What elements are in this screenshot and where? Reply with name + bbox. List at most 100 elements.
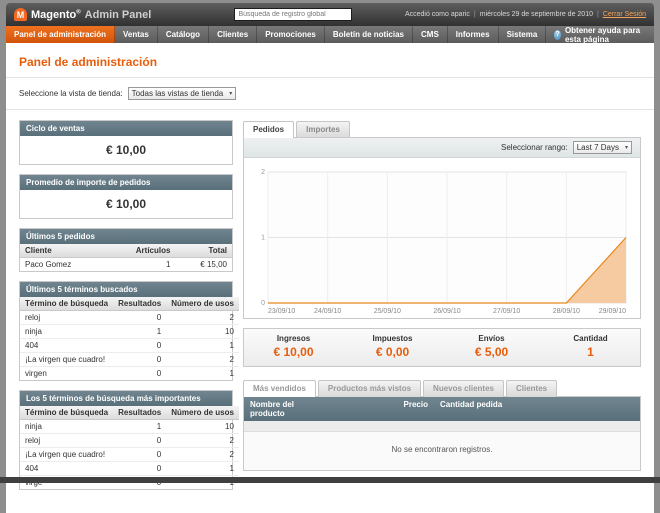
- store-view-value: Todas las vistas de tienda: [131, 89, 224, 98]
- logout-link[interactable]: Cerrar Sesión: [603, 11, 646, 18]
- separator: |: [473, 11, 476, 18]
- nav-item[interactable]: Sistema: [499, 26, 547, 43]
- divider: [6, 109, 654, 110]
- nav-item[interactable]: Catálogo: [158, 26, 210, 43]
- cell-uses: 1: [166, 338, 239, 353]
- stat: Envíos € 5,00: [442, 334, 541, 359]
- nav-list: Panel de administración Ventas Catálogo Cli…: [6, 26, 547, 43]
- stat-value: € 5,00: [474, 345, 509, 359]
- svg-text:23/09/10: 23/09/10: [268, 308, 295, 315]
- orders-chart: 0 1 2 23/09/10 24/09/10 25/09/10 26/09/10 27/09…: [244, 158, 640, 318]
- cell-term: ¡La virgen que cuadro!: [20, 352, 114, 367]
- range-value: Last 7 Days: [576, 143, 619, 152]
- panel-title: Promedio de importe de pedidos: [20, 175, 232, 190]
- chevron-down-icon: ▾: [229, 91, 233, 97]
- table-row[interactable]: ninja 1 10: [20, 419, 239, 434]
- svg-text:0: 0: [261, 300, 265, 307]
- panel-title: Últimos 5 términos buscados: [20, 282, 232, 297]
- cell-results: 1: [113, 324, 167, 339]
- last-orders-table: Cliente Artículos Total Paco Gomez 1 € 15,00: [20, 244, 232, 271]
- tab[interactable]: Importes: [296, 121, 350, 138]
- lifetime-sales-value: € 10,00: [105, 143, 147, 157]
- svg-text:24/09/10: 24/09/10: [314, 308, 341, 315]
- cell-term: reloj: [20, 433, 114, 448]
- cell-items: 1: [166, 260, 171, 269]
- cell-term: ninja: [20, 419, 114, 434]
- svg-text:2: 2: [261, 169, 265, 176]
- cell-uses: 2: [166, 310, 239, 325]
- grid-column-header: Nombre del producto: [250, 400, 295, 418]
- table-row[interactable]: reloj 0 2: [20, 310, 239, 325]
- brand: M Magento® Admin Panel: [14, 8, 182, 21]
- average-orders-panel: Promedio de importe de pedidos € 10,00: [19, 174, 233, 219]
- table-row[interactable]: virgen 0 1: [20, 367, 239, 381]
- svg-text:26/09/10: 26/09/10: [433, 308, 460, 315]
- cell-uses: 1: [166, 461, 239, 476]
- registered-mark: ®: [76, 8, 81, 15]
- cell-uses: 10: [166, 419, 239, 434]
- store-view-select[interactable]: Todas las vistas de tienda ▾: [127, 87, 237, 100]
- table-row[interactable]: ¡La virgen que cuadro! 0 2: [20, 352, 239, 367]
- nav-item[interactable]: Ventas: [115, 26, 158, 43]
- cell-total: € 15,00: [200, 260, 227, 269]
- svg-text:1: 1: [261, 235, 265, 242]
- diagram-tabs: Pedidos Importes: [243, 120, 641, 138]
- column-header: Total: [175, 244, 232, 258]
- range-select[interactable]: Last 7 Days ▾: [572, 141, 632, 154]
- cell-results: 0: [113, 310, 167, 325]
- dashboard-main-column: Pedidos Importes Seleccionar rango: Last …: [243, 120, 641, 499]
- stat: Impuestos € 0,00: [343, 334, 442, 359]
- nav-item[interactable]: CMS: [413, 26, 448, 43]
- panel-title: Últimos 5 pedidos: [20, 229, 232, 244]
- nav-item[interactable]: Boletín de noticias: [325, 26, 413, 43]
- cell-results: 1: [113, 419, 167, 434]
- tab[interactable]: Pedidos: [243, 121, 295, 138]
- column-header: Resultados: [113, 406, 167, 420]
- tab[interactable]: Clientes: [505, 380, 558, 397]
- lifetime-sales-panel: Ciclo de ventas € 10,00: [19, 120, 233, 165]
- brand-subtitle: Admin Panel: [84, 8, 152, 21]
- last-search-terms-table: Término de búsqueda Resultados Número de u…: [20, 297, 239, 380]
- table-row[interactable]: Paco Gomez 1 € 15,00: [20, 258, 232, 272]
- tab[interactable]: Nuevos clientes: [423, 380, 504, 397]
- help-link[interactable]: ? Obtener ayuda para esta página: [546, 26, 654, 44]
- stat-label: Envíos: [478, 334, 505, 343]
- cell-term: 404: [20, 461, 114, 476]
- cell-results: 0: [113, 338, 167, 353]
- column-header: Término de búsqueda: [20, 297, 114, 311]
- range-label: Seleccionar rango:: [501, 143, 568, 152]
- range-row: Seleccionar rango: Last 7 Days ▾: [244, 138, 640, 158]
- stat-value: 1: [587, 345, 594, 359]
- nav-item[interactable]: Promociones: [257, 26, 325, 43]
- nav-item[interactable]: Panel de administración: [6, 26, 116, 43]
- column-header: Número de usos: [166, 297, 239, 311]
- cell-results: 0: [113, 461, 167, 476]
- orders-chart-svg: 0 1 2 23/09/10 24/09/10 25/09/10 26/09/10 27/09…: [261, 169, 627, 315]
- products-grid: Nombre del producto Precio Cantidad pedida…: [243, 396, 641, 471]
- page-title: Panel de administración: [19, 55, 158, 69]
- nav-item[interactable]: Clientes: [209, 26, 258, 43]
- column-header: Número de usos: [166, 406, 239, 420]
- global-search-input[interactable]: [234, 8, 353, 21]
- grid-filter-row: [244, 421, 640, 432]
- help-icon: ?: [554, 29, 561, 40]
- panel-title: Los 5 términos de búsqueda más important…: [20, 391, 232, 406]
- table-row[interactable]: 404 0 1: [20, 338, 239, 353]
- panel-title: Ciclo de ventas: [20, 121, 232, 136]
- average-orders-value: € 10,00: [105, 197, 147, 211]
- totals-bar: Ingresos € 10,00 Impuestos € 0,00 Envíos: [243, 328, 641, 367]
- grid-column-header: Precio: [403, 400, 428, 409]
- grid-column-header: Cantidad pedida: [440, 400, 503, 409]
- tab[interactable]: Productos más vistos: [317, 380, 422, 397]
- cell-term: reloj: [20, 310, 114, 325]
- table-row[interactable]: reloj 0 2: [20, 433, 239, 448]
- stat-value: € 0,00: [375, 345, 410, 359]
- table-row[interactable]: 404 0 1: [20, 461, 239, 476]
- stat-label: Impuestos: [372, 334, 413, 343]
- table-row[interactable]: ninja 1 10: [20, 324, 239, 339]
- tab[interactable]: Más vendidos: [243, 380, 316, 397]
- column-header: Cliente: [20, 244, 107, 258]
- dashboard-columns: Ciclo de ventas € 10,00 Promedio de impo…: [19, 120, 641, 499]
- nav-item[interactable]: Informes: [448, 26, 499, 43]
- table-row[interactable]: ¡La virgen que cuadro! 0 2: [20, 447, 239, 462]
